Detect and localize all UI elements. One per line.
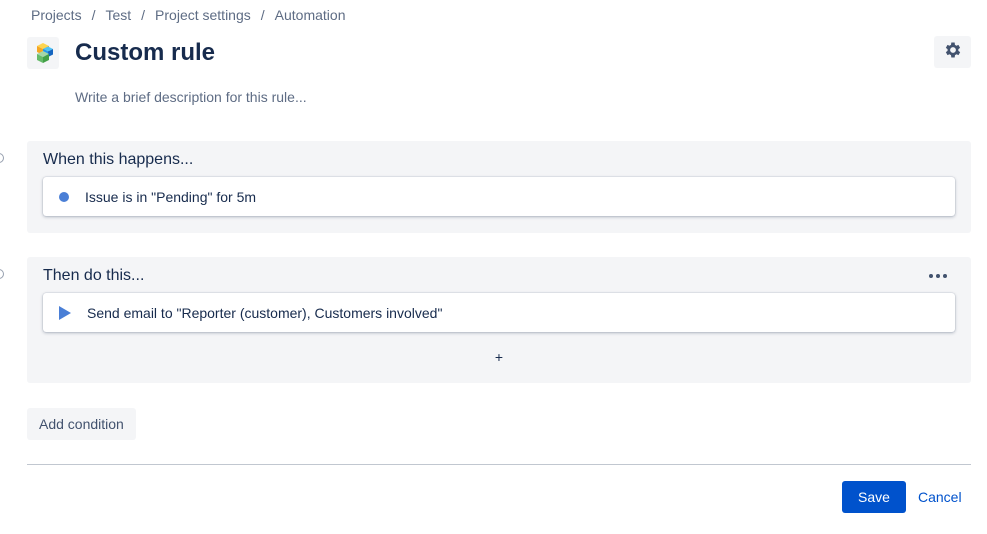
divider xyxy=(27,464,971,465)
breadcrumb-separator: / xyxy=(260,7,265,23)
action-card[interactable]: Send email to "Reporter (customer), Cust… xyxy=(43,293,955,332)
breadcrumb-project-settings[interactable]: Project settings xyxy=(155,7,251,23)
breadcrumb-automation[interactable]: Automation xyxy=(275,7,346,23)
breadcrumb-separator: / xyxy=(141,7,146,23)
breadcrumb-projects[interactable]: Projects xyxy=(31,7,82,23)
action-panel: Then do this... Send email to "Reporter … xyxy=(27,257,971,383)
ellipsis-dot xyxy=(943,274,947,278)
dot-icon xyxy=(59,191,69,202)
play-icon xyxy=(59,305,71,320)
trigger-card[interactable]: Issue is in "Pending" for 5m xyxy=(43,177,955,216)
save-button[interactable]: Save xyxy=(842,481,906,513)
trigger-heading: When this happens... xyxy=(43,151,194,168)
breadcrumb: Projects / Test / Project settings / Aut… xyxy=(31,7,345,23)
action-heading: Then do this... xyxy=(43,267,145,284)
trigger-panel: When this happens... Issue is in "Pendin… xyxy=(27,141,971,233)
page-title: Custom rule xyxy=(75,39,216,66)
trigger-label: Issue is in "Pending" for 5m xyxy=(85,188,257,205)
breadcrumb-separator: / xyxy=(91,7,96,23)
add-action-button[interactable]: + xyxy=(491,349,507,365)
rule-description-input[interactable]: Write a brief description for this rule.… xyxy=(75,89,307,105)
ellipsis-dot xyxy=(936,274,940,278)
stacked-cubes-icon xyxy=(27,37,59,69)
action-step-marker xyxy=(0,269,4,279)
breadcrumb-test[interactable]: Test xyxy=(105,7,131,23)
add-condition-button[interactable]: Add condition xyxy=(27,408,136,440)
gear-icon xyxy=(943,40,963,65)
more-options-button[interactable] xyxy=(925,267,951,285)
action-label: Send email to "Reporter (customer), Cust… xyxy=(87,304,443,321)
cancel-link[interactable]: Cancel xyxy=(918,489,962,505)
trigger-step-marker xyxy=(0,153,4,163)
settings-button[interactable] xyxy=(934,36,971,68)
ellipsis-dot xyxy=(929,274,933,278)
